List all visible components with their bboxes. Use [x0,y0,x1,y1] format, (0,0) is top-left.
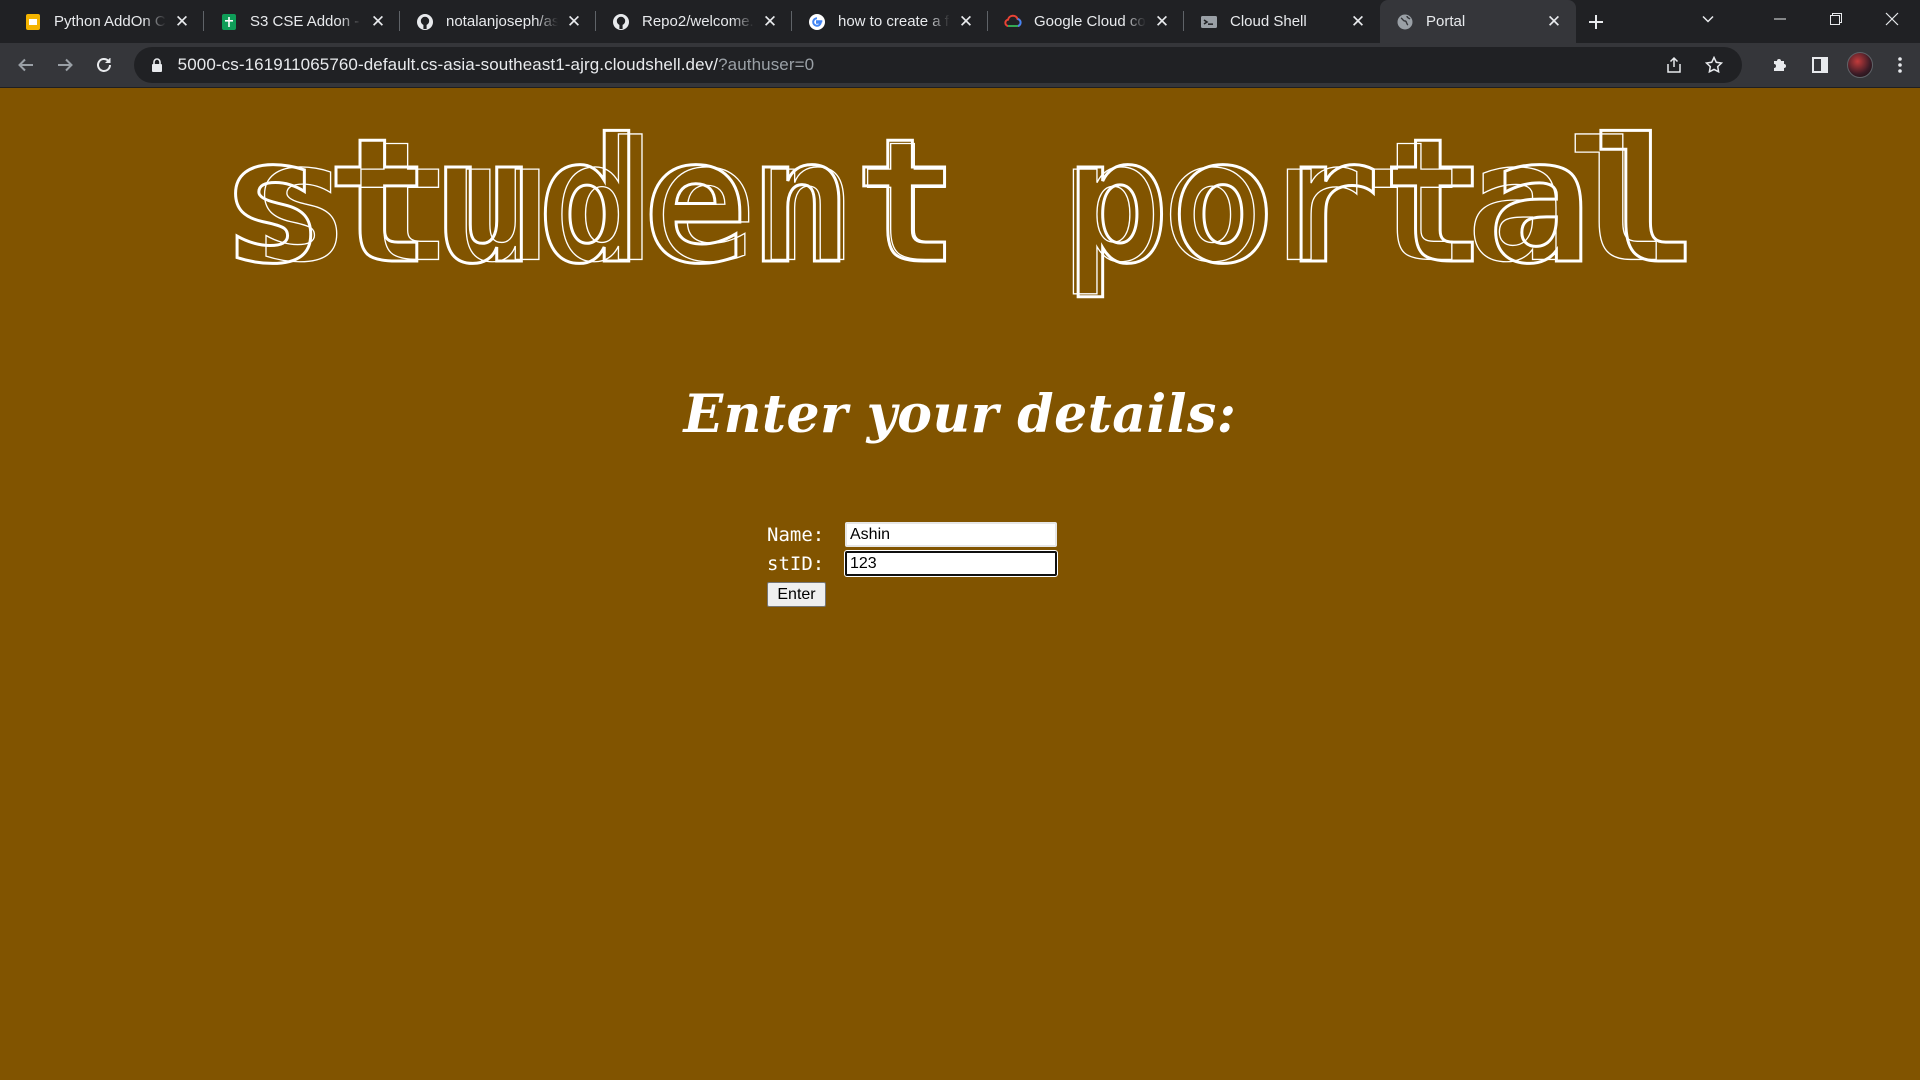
github-icon [416,13,434,31]
tab-s3-cse-addon[interactable]: S3 CSE Addon - G ✕ [204,0,400,43]
url-host-path: 5000-cs-161911065760-default.cs-asia-sou… [177,55,719,74]
extensions-button[interactable] [1760,47,1800,83]
close-icon[interactable]: ✕ [172,12,192,32]
chevron-down-icon [1702,15,1714,23]
close-icon [1885,12,1899,26]
restore-button[interactable] [1808,0,1864,38]
address-bar[interactable]: 5000-cs-161911065760-default.cs-asia-sou… [133,47,1743,83]
tab-search-button[interactable] [1688,0,1728,38]
close-icon[interactable]: ✕ [956,12,976,32]
tab-github-notalanjoseph[interactable]: notalanjoseph/as ✕ [400,0,596,43]
cloud-shell-icon [1200,13,1218,31]
tab-cloud-shell[interactable]: Cloud Shell ✕ [1184,0,1380,43]
avatar [1847,52,1874,78]
close-icon[interactable]: ✕ [564,12,584,32]
tab-title: how to create a fo [838,13,950,30]
tab-title: S3 CSE Addon - G [250,13,362,30]
close-icon[interactable]: ✕ [1544,12,1564,32]
address-bar-actions [1654,47,1734,83]
tab-google-cloud-console[interactable]: Google Cloud con ✕ [988,0,1184,43]
puzzle-icon [1774,59,1787,71]
tab-google-search[interactable]: how to create a fo ✕ [792,0,988,43]
page-content: student portal student portal Enter your… [0,89,1920,1080]
reload-button[interactable] [84,47,123,83]
tab-title: Portal [1426,13,1466,30]
stid-row: stID: [767,549,1058,578]
tab-strip: Python AddOn Co ✕ S3 CSE Addon - G ✕ not… [0,0,1920,43]
close-icon[interactable]: ✕ [368,12,388,32]
tab-title: Google Cloud con [1034,13,1146,30]
stid-input[interactable] [844,550,1058,577]
tab-github-repo2[interactable]: Repo2/welcome.h ✕ [596,0,792,43]
github-icon [612,13,630,31]
enter-button[interactable]: Enter [767,582,826,607]
close-icon[interactable]: ✕ [1348,12,1368,32]
forward-button[interactable] [45,47,84,83]
arrow-right-icon [57,58,73,72]
details-form: Name: stID: Enter [767,520,1058,607]
minimize-button[interactable] [1752,0,1808,38]
window-controls [1752,0,1920,40]
name-label: Name: [767,523,825,546]
name-row: Name: [767,520,1057,549]
globe-icon [1396,13,1414,31]
side-panel-button[interactable] [1800,47,1840,83]
tab-title: Repo2/welcome.h [642,13,754,30]
profile-button[interactable] [1840,47,1880,83]
minimize-icon [1774,18,1786,20]
page-title-inline-stroke: student portal [250,105,1670,299]
tab-python-addon[interactable]: Python AddOn Co ✕ [8,0,204,43]
tab-title: Python AddOn Co [54,13,166,30]
tab-title: Cloud Shell [1230,13,1307,30]
share-button[interactable] [1654,47,1694,83]
url-text: 5000-cs-161911065760-default.cs-asia-sou… [178,55,815,75]
share-icon [1667,56,1681,73]
page-subtitle: Enter your details: [683,384,1237,445]
menu-button[interactable] [1880,47,1920,83]
tab-portal[interactable]: Portal ✕ [1380,0,1576,43]
close-icon[interactable]: ✕ [1152,12,1172,32]
reload-icon [97,58,112,72]
google-cloud-icon [1004,13,1022,31]
new-tab-button[interactable] [1576,0,1616,43]
back-button[interactable] [6,47,45,83]
more-vert-icon [1898,57,1902,73]
bookmark-button[interactable] [1694,47,1734,83]
toolbar-actions [1760,47,1920,83]
sheets-icon [220,13,238,31]
browser-toolbar: 5000-cs-161911065760-default.cs-asia-sou… [0,43,1920,88]
star-icon [1705,56,1724,74]
close-icon[interactable]: ✕ [760,12,780,32]
slides-icon [24,13,42,31]
restore-icon [1830,13,1842,25]
stid-label: stID: [767,552,825,575]
lock-icon[interactable] [148,56,166,74]
side-panel-icon [1812,57,1829,73]
name-input[interactable] [845,522,1057,547]
close-window-button[interactable] [1864,0,1920,38]
tab-list: Python AddOn Co ✕ S3 CSE Addon - G ✕ not… [0,0,1576,43]
google-icon [808,13,826,31]
arrow-left-icon [17,58,33,72]
tab-title: notalanjoseph/as [446,13,558,30]
url-query: ?authuser=0 [718,55,815,74]
